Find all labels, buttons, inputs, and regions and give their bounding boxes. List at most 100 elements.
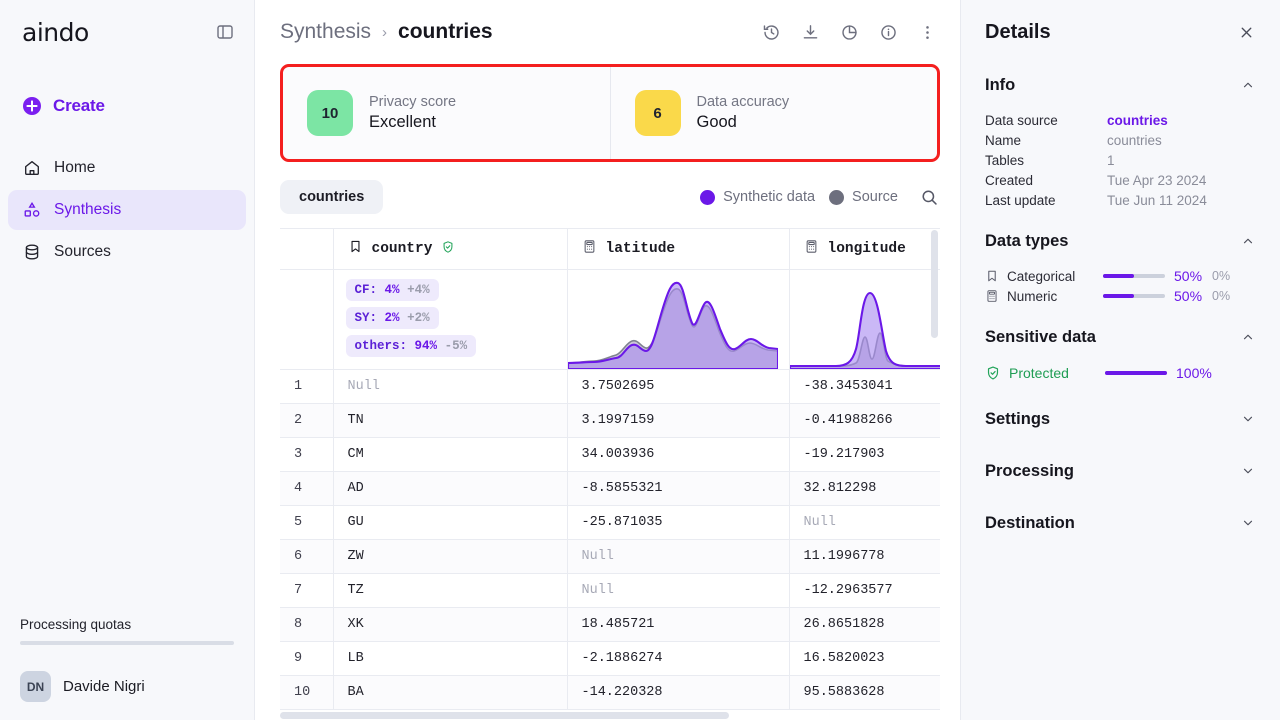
processing-quotas-label: Processing quotas xyxy=(20,617,132,632)
legend-synthetic-data[interactable]: Synthetic data xyxy=(700,189,815,205)
history-icon[interactable] xyxy=(760,21,782,43)
cell-longitude: -12.2963577 xyxy=(789,573,940,608)
chevron-down-icon xyxy=(1240,411,1256,427)
cell-longitude: 11.1996778 xyxy=(789,539,940,574)
calculator-icon xyxy=(804,239,819,259)
info-value-link[interactable]: countries xyxy=(1107,113,1168,128)
sensitive-bar xyxy=(1105,370,1167,375)
search-icon[interactable] xyxy=(918,186,940,208)
page-title: countries xyxy=(398,20,493,43)
bookmark-icon xyxy=(348,239,363,259)
cell-country: BA xyxy=(333,675,568,710)
table-toolbar: countries Synthetic data Source xyxy=(255,162,960,228)
cell-latitude: -25.871035 xyxy=(567,505,790,540)
sidebar-item-synthesis[interactable]: Synthesis xyxy=(8,190,246,230)
info-key: Last update xyxy=(985,192,1056,208)
table-row[interactable]: 2 TN 3.1997159 -0.41988266 xyxy=(280,403,940,438)
table-row[interactable]: 5 GU -25.871035 Null xyxy=(280,505,940,540)
section-header-info[interactable]: Info xyxy=(985,64,1256,106)
create-button[interactable]: Create xyxy=(0,86,254,126)
info-icon[interactable] xyxy=(877,21,899,43)
table-row[interactable]: 7 TZ Null -12.2963577 xyxy=(280,573,940,608)
density-plot-latitude xyxy=(567,281,778,369)
tab-countries[interactable]: countries xyxy=(280,180,384,214)
column-header-latitude[interactable]: latitude xyxy=(567,228,790,370)
row-index: 8 xyxy=(280,607,334,642)
data-accuracy-card[interactable]: 6 Data accuracy Good xyxy=(609,67,938,159)
table-row[interactable]: 6 ZW Null 11.1996778 xyxy=(280,539,940,574)
row-index: 10 xyxy=(280,675,334,710)
data-type-categorical: Categorical 50% 0% xyxy=(985,266,1256,286)
chevron-up-icon xyxy=(1240,233,1256,249)
column-header-longitude[interactable]: longitude xyxy=(789,228,940,370)
data-type-bar xyxy=(1103,274,1165,278)
sidebar-item-home[interactable]: Home xyxy=(8,148,246,188)
app-logo: aindo xyxy=(22,17,89,47)
data-types-rows: Categorical 50% 0% Numeric 50% 0% xyxy=(985,262,1256,306)
legend-dot-source xyxy=(829,189,845,205)
breadcrumb-separator: › xyxy=(382,23,388,41)
section-header-sensitive-data[interactable]: Sensitive data xyxy=(985,316,1256,358)
legend-source[interactable]: Source xyxy=(829,189,898,205)
breadcrumb-root[interactable]: Synthesis xyxy=(280,20,371,44)
shapes-icon xyxy=(22,201,41,220)
data-table: country CF: 4% +4% SY: 2% +2% others: 94… xyxy=(280,228,940,710)
data-type-label: Numeric xyxy=(1007,288,1058,304)
calculator-icon xyxy=(985,289,1007,303)
table-vertical-scrollbar[interactable] xyxy=(931,230,938,338)
data-type-secondary: 0% xyxy=(1212,289,1231,303)
column-name: latitude xyxy=(605,241,676,257)
close-icon[interactable] xyxy=(1236,22,1256,42)
cell-longitude: -38.3453041 xyxy=(789,369,940,404)
sidebar-header: aindo xyxy=(0,0,254,64)
cell-country: Null xyxy=(333,369,568,404)
section-header-destination[interactable]: Destination xyxy=(985,502,1256,544)
table-row[interactable]: 3 CM 34.003936 -19.217903 xyxy=(280,437,940,472)
info-rows: Data source countries Name countries Tab… xyxy=(985,106,1256,210)
top-bar: Synthesis › countries xyxy=(255,0,960,64)
column-header-country[interactable]: country CF: 4% +4% SY: 2% +2% others: 94… xyxy=(333,228,568,370)
cell-longitude: 32.812298 xyxy=(789,471,940,506)
table-row[interactable]: 4 AD -8.5855321 32.812298 xyxy=(280,471,940,506)
chevron-up-icon xyxy=(1240,329,1256,345)
download-icon[interactable] xyxy=(799,21,821,43)
cell-country: CM xyxy=(333,437,568,472)
user-account[interactable]: DN Davide Nigri xyxy=(20,671,234,702)
more-vertical-icon[interactable] xyxy=(916,21,938,43)
privacy-score-label: Privacy score xyxy=(369,94,457,110)
privacy-score-card[interactable]: 10 Privacy score Excellent xyxy=(283,67,610,159)
sidebar-item-sources[interactable]: Sources xyxy=(8,232,246,272)
section-header-data-types[interactable]: Data types xyxy=(985,220,1256,262)
stat-key: CF: xyxy=(354,283,378,297)
table-row[interactable]: 8 XK 18.485721 26.8651828 xyxy=(280,607,940,642)
panel-collapse-icon[interactable] xyxy=(214,21,236,43)
table-row[interactable]: 1 Null 3.7502695 -38.3453041 xyxy=(280,369,940,404)
data-table-container[interactable]: country CF: 4% +4% SY: 2% +2% others: 94… xyxy=(280,228,940,720)
cell-longitude: 16.5820023 xyxy=(789,641,940,676)
table-horizontal-scrollbar[interactable] xyxy=(280,712,729,719)
section-title: Sensitive data xyxy=(985,327,1096,346)
row-index: 2 xyxy=(280,403,334,438)
legend-label: Synthetic data xyxy=(723,189,816,205)
database-icon xyxy=(22,243,41,262)
cell-longitude: -0.41988266 xyxy=(789,403,940,438)
stat-chip: SY: 2% +2% xyxy=(345,307,439,329)
table-row[interactable]: 9 LB -2.1886274 16.5820023 xyxy=(280,641,940,676)
chevron-down-icon xyxy=(1240,463,1256,479)
pie-chart-icon[interactable] xyxy=(838,21,860,43)
data-type-secondary: 0% xyxy=(1212,269,1231,283)
data-table-body: 1 Null 3.7502695 -38.3453041 2 TN 3.1997… xyxy=(280,369,940,710)
section-header-processing[interactable]: Processing xyxy=(985,450,1256,492)
cell-latitude: 3.1997159 xyxy=(567,403,790,438)
info-value: Tue Jun 11 2024 xyxy=(1107,192,1207,208)
column-name: country xyxy=(371,241,433,257)
section-header-settings[interactable]: Settings xyxy=(985,398,1256,440)
home-icon xyxy=(22,159,41,178)
details-header: Details xyxy=(985,0,1256,64)
table-row[interactable]: 10 BA -14.220328 95.5883628 xyxy=(280,675,940,710)
info-key: Created xyxy=(985,172,1034,188)
cell-country: XK xyxy=(333,607,568,642)
sidebar: aindo Create Home Synthesis Sources Proc… xyxy=(0,0,255,720)
section-title: Data types xyxy=(985,231,1069,250)
create-label: Create xyxy=(53,96,105,115)
